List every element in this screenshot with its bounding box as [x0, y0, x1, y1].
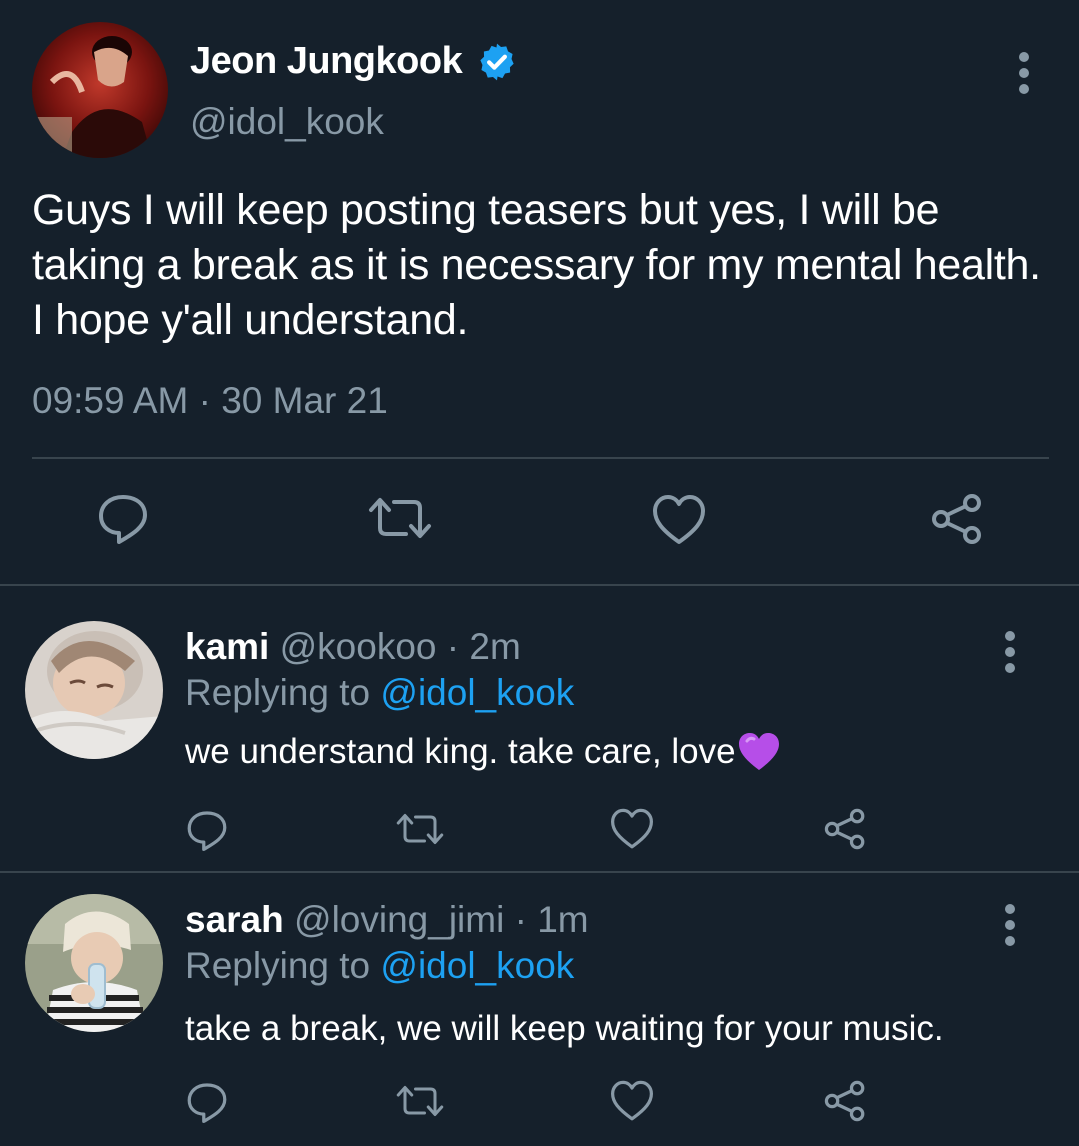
more-options-icon[interactable]: [1004, 631, 1016, 673]
retweet-icon[interactable]: [396, 810, 444, 848]
share-icon[interactable]: [930, 493, 984, 545]
avatar[interactable]: [25, 894, 163, 1032]
reply-text: take a break, we will keep waiting for y…: [185, 1009, 944, 1048]
retweet-icon[interactable]: [396, 1082, 444, 1120]
reply-icon[interactable]: [186, 807, 228, 853]
reply-text-row: we understand king. take care, love: [185, 732, 780, 772]
mention-link[interactable]: @idol_kook: [380, 945, 574, 986]
user-name-row: Jeon Jungkook: [190, 40, 518, 83]
reply-text: we understand king. take care, love: [185, 732, 736, 771]
reply-icon[interactable]: [186, 1079, 228, 1125]
like-icon[interactable]: [652, 494, 706, 546]
replying-to-label: Replying to: [185, 672, 381, 713]
time-ago[interactable]: 1m: [537, 899, 588, 940]
like-icon[interactable]: [610, 808, 654, 850]
main-tweet: Jeon Jungkook @idol_kook Guys I will kee…: [0, 0, 1079, 586]
replying-to: Replying to @idol_kook: [185, 672, 574, 714]
tweet-actions: [0, 490, 1079, 554]
replying-to: Replying to @idol_kook: [185, 945, 574, 987]
tweet-timestamp[interactable]: 09:59 AM · 30 Mar 21: [32, 380, 388, 422]
user-handle[interactable]: @idol_kook: [190, 101, 384, 143]
verified-badge-icon: [480, 43, 514, 80]
separator: ·: [514, 899, 527, 940]
avatar[interactable]: [25, 621, 163, 759]
reply-header: kami @kookoo · 2m: [185, 626, 521, 668]
user-handle[interactable]: @kookoo: [280, 626, 437, 667]
reply-tweet[interactable]: kami @kookoo · 2m Replying to @idol_kook…: [0, 586, 1079, 872]
user-name[interactable]: sarah: [185, 899, 284, 940]
avatar[interactable]: [32, 22, 168, 158]
user-handle[interactable]: @loving_jimi: [294, 899, 504, 940]
replying-to-label: Replying to: [185, 945, 381, 986]
time-ago[interactable]: 2m: [469, 626, 520, 667]
reply-tweet[interactable]: sarah @loving_jimi · 1m Replying to @ido…: [0, 873, 1079, 1146]
mention-link[interactable]: @idol_kook: [380, 672, 574, 713]
share-icon[interactable]: [823, 1080, 867, 1122]
user-name[interactable]: kami: [185, 626, 269, 667]
reply-icon[interactable]: [97, 490, 149, 546]
purple-heart-icon: [738, 733, 779, 770]
reply-header: sarah @loving_jimi · 1m: [185, 899, 589, 941]
separator: ·: [446, 626, 460, 667]
more-options-icon[interactable]: [1018, 52, 1030, 94]
more-options-icon[interactable]: [1004, 904, 1016, 946]
share-icon[interactable]: [823, 808, 867, 850]
like-icon[interactable]: [610, 1080, 654, 1122]
tweet-text: Guys I will keep posting teasers but yes…: [32, 186, 1041, 344]
reply-text-row: take a break, we will keep waiting for y…: [185, 1009, 944, 1049]
retweet-icon[interactable]: [368, 494, 432, 542]
divider: [32, 457, 1049, 459]
user-name[interactable]: Jeon Jungkook: [190, 40, 463, 83]
